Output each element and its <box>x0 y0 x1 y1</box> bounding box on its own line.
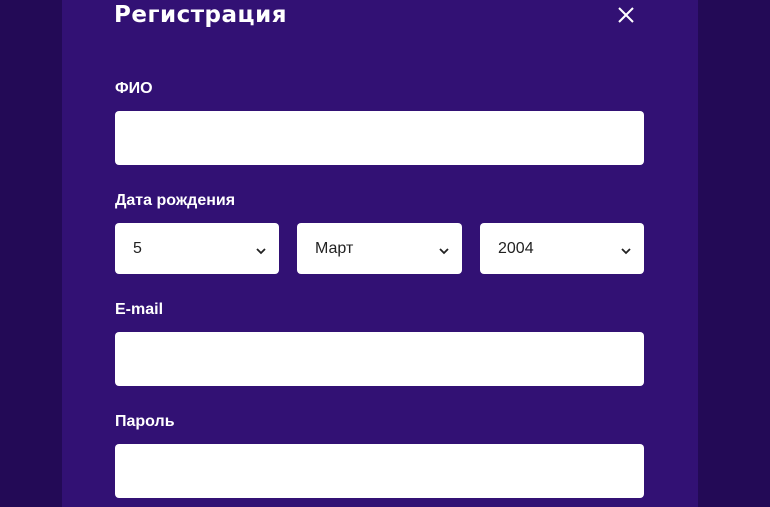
fio-label: ФИО <box>115 80 153 97</box>
birth-day-select[interactable]: 5 <box>115 223 279 274</box>
chevron-down-icon <box>255 243 267 255</box>
birth-month-value: Март <box>315 240 354 257</box>
email-label: E-mail <box>115 301 164 318</box>
birthdate-label: Дата рождения <box>115 192 236 209</box>
password-input[interactable] <box>115 444 644 498</box>
birth-day-value: 5 <box>133 240 142 257</box>
email-input[interactable] <box>115 332 644 386</box>
birth-month-select[interactable]: Март <box>297 223 462 274</box>
chevron-down-icon <box>438 243 450 255</box>
birth-year-value: 2004 <box>498 240 534 257</box>
modal-title: Регистрация <box>114 2 287 28</box>
birth-year-select[interactable]: 2004 <box>480 223 644 274</box>
registration-modal: Регистрация ФИО Дата рождения 5 Март 200… <box>62 0 698 507</box>
close-icon[interactable] <box>616 5 636 25</box>
chevron-down-icon <box>620 243 632 255</box>
fio-input[interactable] <box>115 111 644 165</box>
password-label: Пароль <box>115 413 175 430</box>
